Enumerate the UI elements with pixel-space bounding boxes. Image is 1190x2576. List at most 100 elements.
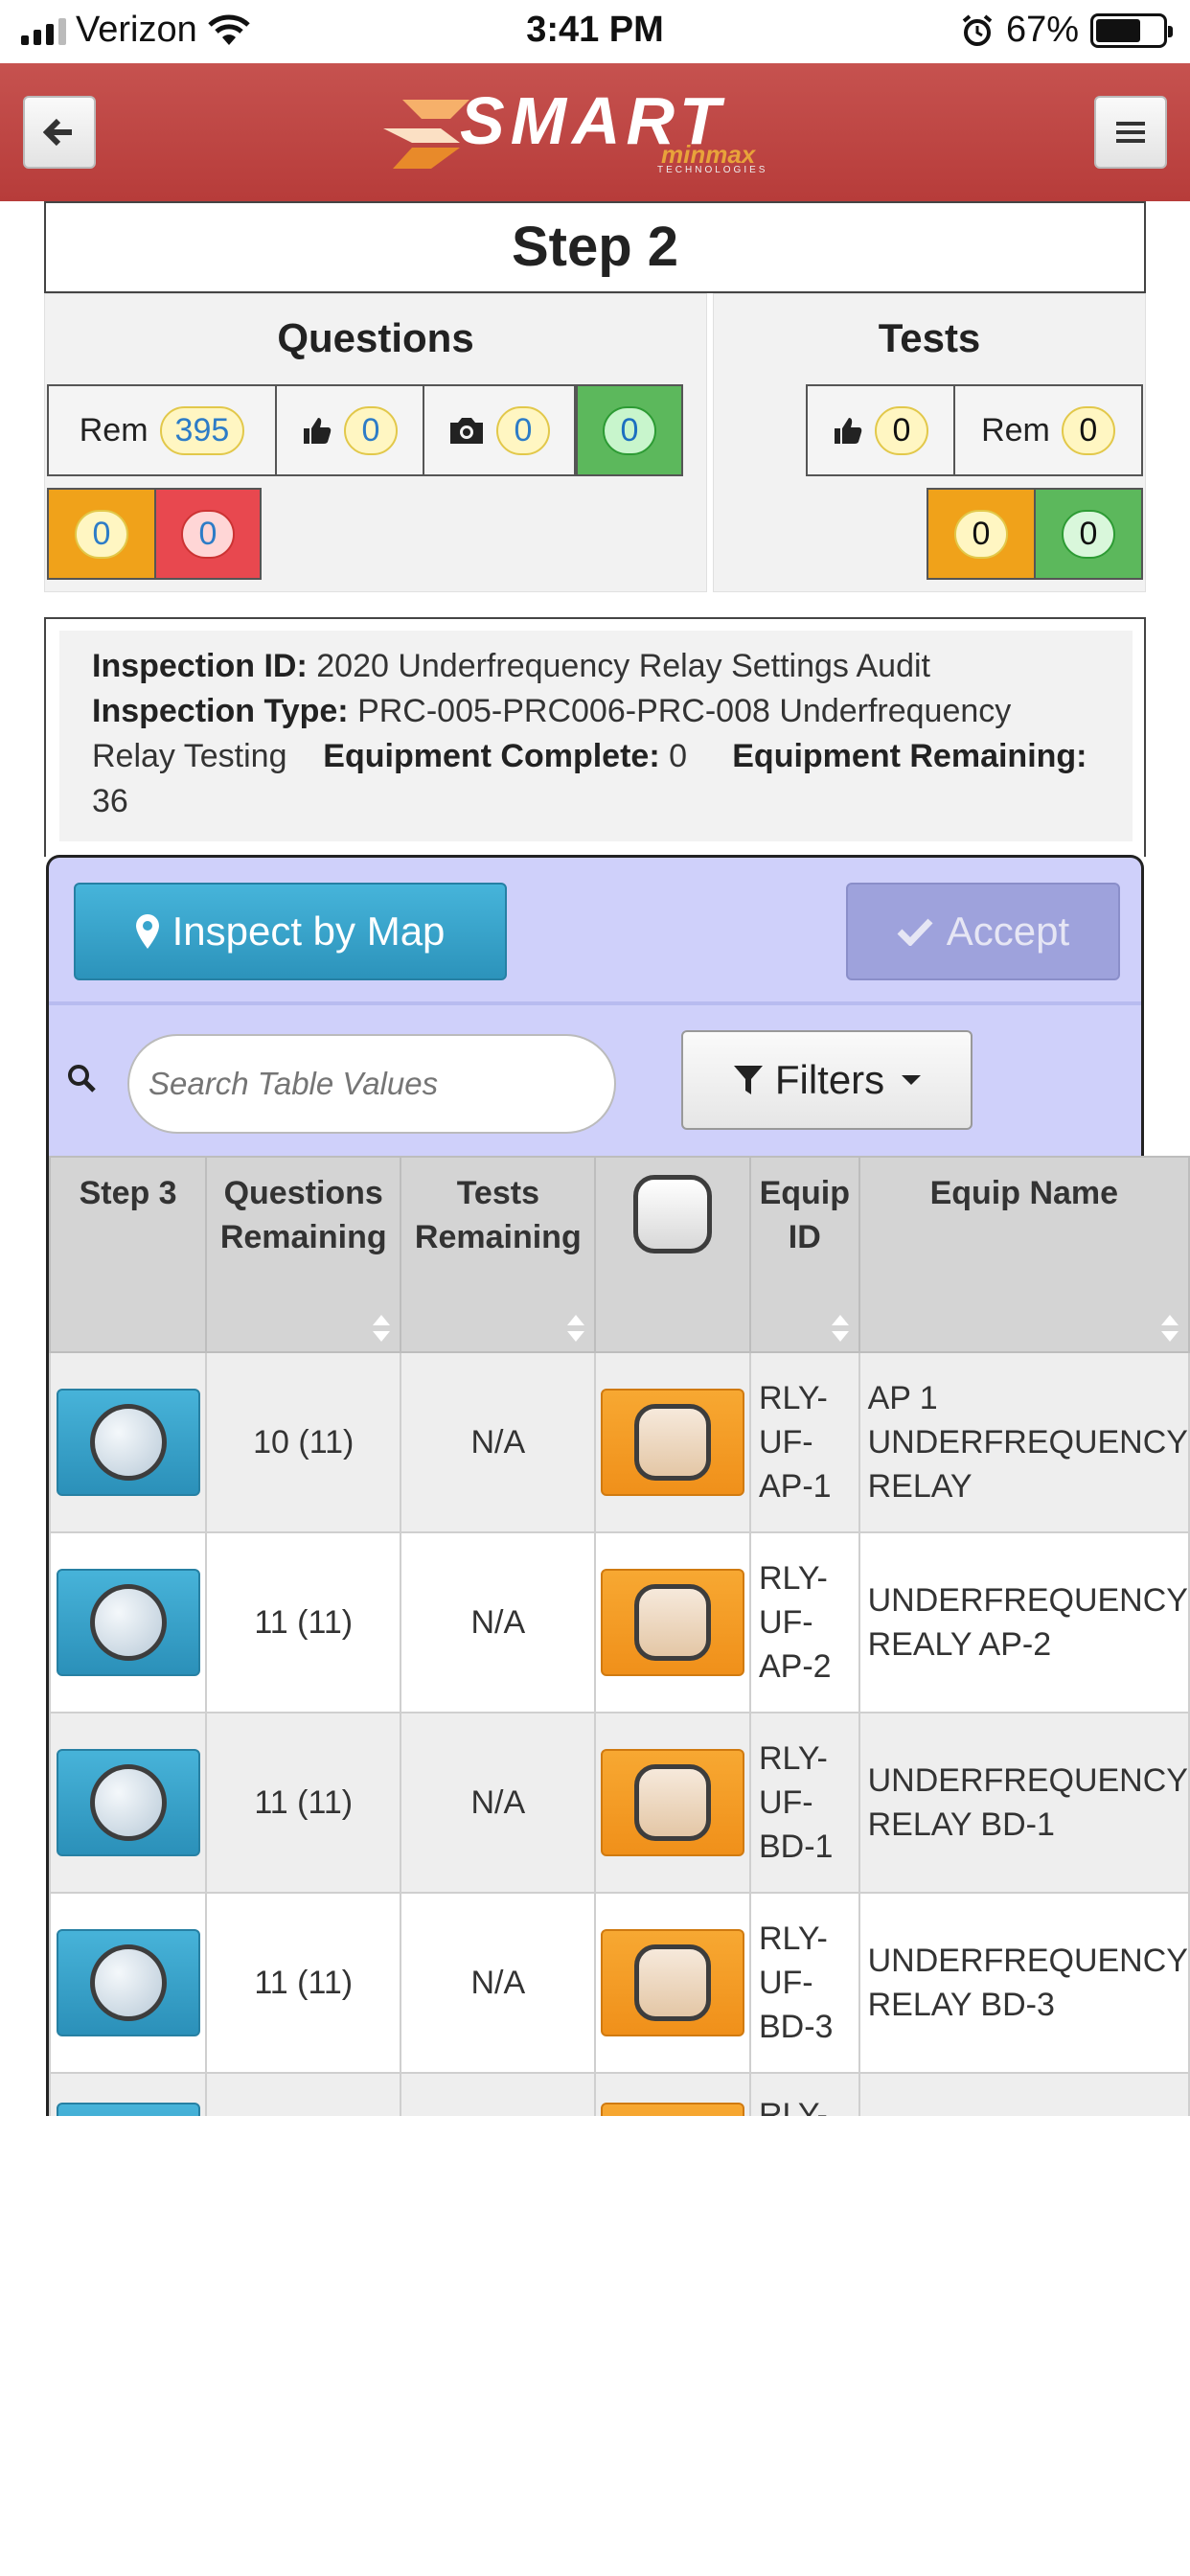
equip-name-line: RELAY BD-3 (867, 1987, 1055, 2023)
questions-remaining-box[interactable]: Rem 395 (47, 384, 277, 476)
equip-id-line: BD-3 (758, 2009, 834, 2045)
questions-pending-box[interactable]: 0 (47, 488, 156, 580)
filters-button[interactable]: Filters (681, 1030, 973, 1130)
equip-id-line: RLY- (758, 1380, 828, 1416)
header-tests-label-1: Tests (456, 1175, 539, 1211)
inspect-by-map-label: Inspect by Map (172, 908, 446, 954)
page-title: Step 2 (44, 201, 1146, 293)
tests-complete-box[interactable]: 0 (1034, 488, 1143, 580)
step3-button[interactable] (56, 1929, 200, 2036)
circle-icon (89, 1944, 167, 2021)
checkbox-icon (634, 1404, 712, 1481)
circle-icon (89, 1404, 167, 1481)
tests-pending-box[interactable]: 0 (927, 488, 1036, 580)
questions-title: Questions (277, 315, 474, 360)
equip-name-cell: UNDERFREQUENCY RELAY BD-1 (858, 1712, 1190, 1894)
equip-id-line: RLY- (758, 2097, 828, 2116)
inspect-by-map-button[interactable]: Inspect by Map (74, 883, 507, 980)
equip-name-line: RELAY BD-1 (867, 1806, 1055, 1843)
equip-id-line: UF- (758, 1965, 813, 2001)
step3-button[interactable] (56, 1749, 200, 1856)
search-input[interactable] (127, 1034, 616, 1134)
tests-remaining-cell (400, 2072, 597, 2116)
header-select-all (594, 1156, 751, 1353)
circle-icon (89, 1764, 167, 1841)
select-row-button[interactable] (601, 1389, 745, 1496)
tests-complete-count: 0 (1062, 509, 1115, 559)
sort-icon[interactable] (567, 1315, 585, 1342)
step3-cell (49, 2072, 208, 2116)
questions-photo-box[interactable]: 0 (423, 384, 576, 476)
step3-button[interactable] (56, 1569, 200, 1676)
accept-button[interactable]: Accept (846, 883, 1120, 980)
step3-cell (49, 1712, 208, 1894)
inspection-info: Inspection ID: 2020 Underfrequency Relay… (59, 631, 1133, 841)
equip-id-cell: RLY- UF- BD-1 (748, 1712, 860, 1894)
equip-name-line: REALY AP-2 (867, 1626, 1052, 1663)
tests-title: Tests (878, 315, 981, 360)
step3-button[interactable] (56, 1389, 200, 1496)
select-cell (594, 1892, 751, 2074)
header-equip-id[interactable]: Equip ID (748, 1156, 860, 1353)
equip-name-line: RELAY (867, 1468, 973, 1505)
tests-remaining-box[interactable]: Rem 0 (953, 384, 1143, 476)
select-row-button[interactable] (601, 1929, 745, 2036)
equip-id-line: AP-1 (758, 1468, 832, 1505)
search-icon (68, 1065, 96, 1092)
step3-button[interactable] (56, 2103, 200, 2116)
equip-id-line: RLY- (758, 1740, 828, 1777)
select-cell (594, 1531, 751, 1714)
tests-approved-box[interactable]: 0 (806, 384, 955, 476)
camera-icon (450, 418, 483, 444)
equipment-remaining-label-2: Remaining: (909, 738, 1087, 774)
equip-name-line: UNDERFREQUENCY (867, 1762, 1188, 1799)
equip-name-cell: UNDERFREQUENCY REALY AP-2 (858, 1531, 1190, 1714)
select-all-checkbox[interactable] (633, 1175, 713, 1254)
equip-id-line: UF- (758, 1424, 813, 1460)
equip-name-line: AP 1 (867, 1380, 938, 1416)
questions-approved-box[interactable]: 0 (275, 384, 424, 476)
header-questions-remaining[interactable]: Questions Remaining (205, 1156, 402, 1353)
battery-percent: 67% (1005, 10, 1079, 50)
equip-id-line: AP-2 (758, 1648, 832, 1685)
equipment-table-container[interactable]: Step 3 Questions Remaining Tests Remaini… (46, 1156, 1190, 2116)
header-equip-name[interactable]: Equip Name (858, 1156, 1190, 1353)
table-row: 11 (11) N/A RLY- UF- BD-3 UNDERFREQUENCY… (49, 1892, 1190, 2074)
menu-button[interactable] (1094, 96, 1167, 169)
header-tests-label-2: Remaining (414, 1219, 582, 1255)
inspection-id: 2020 Underfrequency Relay Settings Audit (316, 648, 930, 684)
sort-icon[interactable] (831, 1315, 849, 1342)
questions-complete-box[interactable]: 0 (576, 384, 683, 476)
equipment-complete: 0 (669, 738, 688, 774)
checkbox-icon (634, 1584, 712, 1661)
equip-id-cell: RLY- UF- AP-2 (748, 1531, 860, 1714)
header-tests-remaining[interactable]: Tests Remaining (400, 1156, 597, 1353)
table-row: RLY- (49, 2072, 1190, 2116)
select-row-button[interactable] (601, 1749, 745, 1856)
select-cell (594, 1351, 751, 1533)
header-step3-label: Step 3 (79, 1175, 177, 1211)
header-equip-name-label: Equip Name (929, 1175, 1119, 1211)
tests-rem-label: Rem (981, 411, 1050, 448)
equipment-remaining-label-1: Equipment (732, 738, 901, 774)
questions-failed-box[interactable]: 0 (154, 488, 262, 580)
back-button[interactable] (23, 96, 96, 169)
questions-remaining-cell: 11 (11) (205, 1712, 402, 1894)
header-step3[interactable]: Step 3 (49, 1156, 208, 1353)
action-bar: Inspect by Map Accept Filters (46, 855, 1144, 1158)
check-icon (897, 918, 933, 946)
equip-name-line: UNDERFREQUENCY (867, 1424, 1188, 1460)
tests-rem-count: 0 (1061, 405, 1115, 455)
battery-fill (1096, 18, 1140, 42)
tests-remaining-cell: N/A (400, 1531, 597, 1714)
header-equip-id-label-2: ID (788, 1219, 821, 1255)
circle-icon (89, 1584, 167, 1661)
select-row-button[interactable] (601, 2103, 745, 2116)
hamburger-menu-icon (1116, 122, 1145, 143)
sort-icon[interactable] (1161, 1315, 1179, 1342)
select-row-button[interactable] (601, 1569, 745, 1676)
arrow-left-icon (43, 118, 72, 147)
sort-icon[interactable] (373, 1315, 391, 1342)
checkbox-icon (634, 1764, 712, 1841)
chevron-down-icon (902, 1075, 922, 1085)
